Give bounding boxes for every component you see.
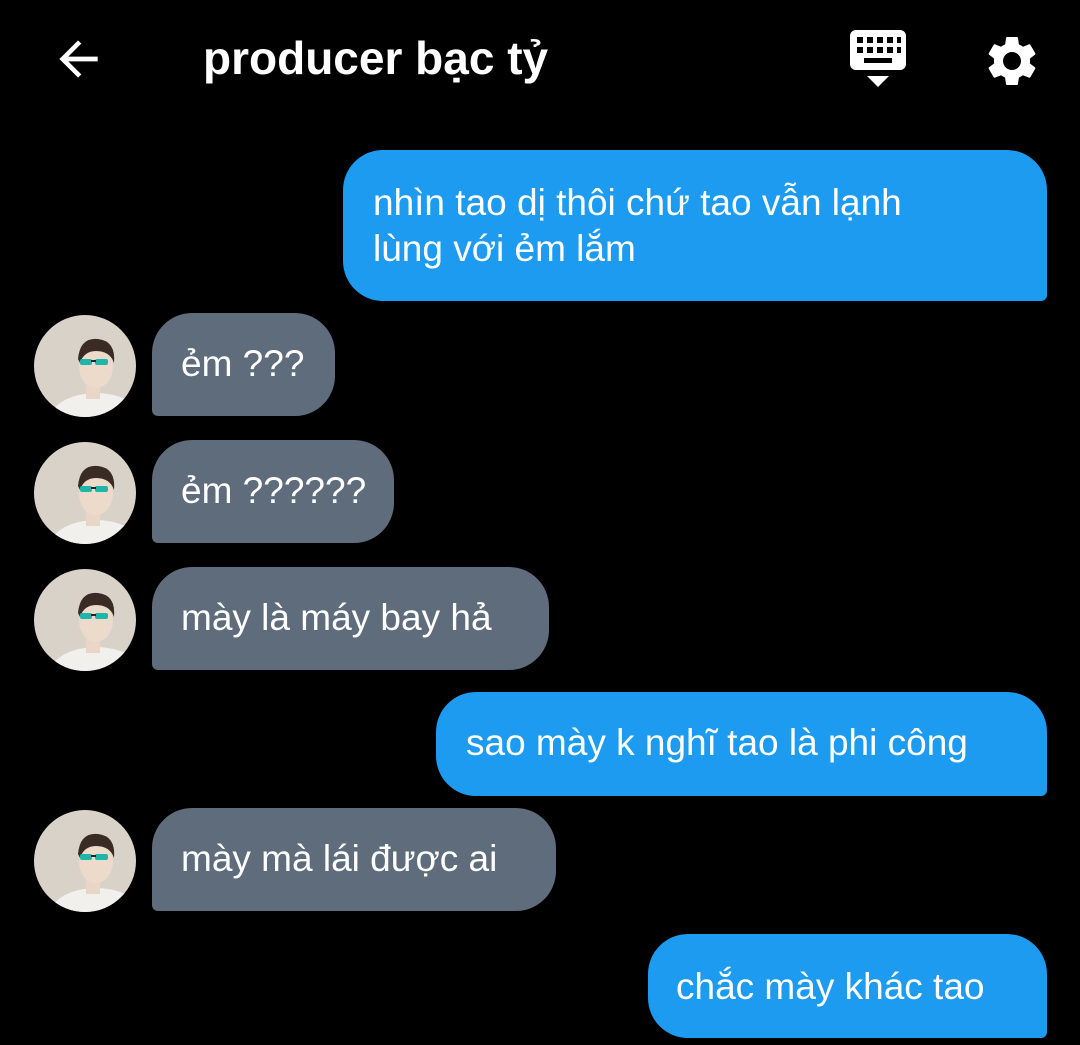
back-button[interactable] [44, 24, 114, 94]
message-text-line: nhìn tao dị thôi chứ tao vẫn lạnh [373, 182, 902, 223]
conversation-title: producer bạc tỷ [203, 32, 549, 84]
message-text: mày mà lái được ai [181, 838, 498, 879]
sent-message[interactable]: nhìn tao dị thôi chứ tao vẫn lạnh lùng v… [343, 150, 1047, 301]
received-message[interactable]: ẻm ?????? [152, 440, 394, 543]
arrow-left-icon [59, 40, 98, 78]
settings-button[interactable] [975, 24, 1049, 98]
avatar[interactable] [34, 810, 136, 912]
avatar[interactable] [34, 315, 136, 417]
sent-message[interactable]: sao mày k nghĩ tao là phi công [436, 692, 1047, 796]
received-message[interactable]: ẻm ??? [152, 313, 335, 416]
message-text-line: lùng với ẻm lắm [373, 228, 636, 269]
message-text: sao mày k nghĩ tao là phi công [466, 722, 968, 763]
received-message[interactable]: mày là máy bay hả [152, 567, 549, 670]
avatar[interactable] [34, 569, 136, 671]
keyboard-hide-icon [850, 30, 906, 87]
keyboard-toggle-button[interactable] [843, 26, 913, 96]
avatar[interactable] [34, 442, 136, 544]
gear-icon [988, 36, 1036, 85]
message-text: chắc mày khác tao [676, 966, 985, 1007]
message-text: ẻm ?????? [181, 470, 367, 511]
received-message[interactable]: mày mà lái được ai [152, 808, 556, 911]
message-text: ẻm ??? [181, 343, 305, 384]
chat-header: producer bạc tỷ [0, 0, 1080, 118]
message-text: mày là máy bay hả [181, 597, 492, 638]
sent-message[interactable]: chắc mày khác tao [648, 934, 1047, 1038]
